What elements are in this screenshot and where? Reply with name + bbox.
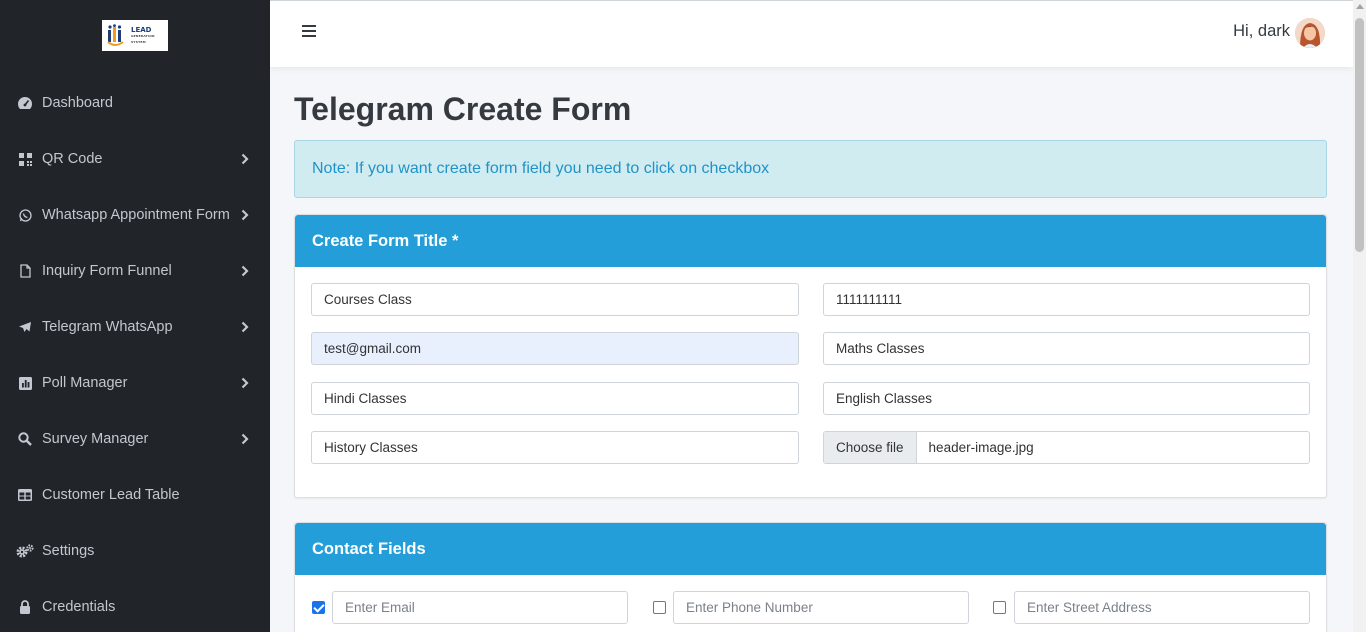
choose-file-button[interactable]: Choose file (824, 432, 917, 463)
chevron-right-icon (240, 208, 250, 222)
hindi-classes-input[interactable]: Hindi Classes (311, 382, 799, 415)
logo-text-generation: GENERATION (131, 33, 155, 38)
qrcode-icon (16, 151, 34, 167)
english-classes-input[interactable]: English Classes (823, 382, 1310, 415)
chevron-right-icon (240, 320, 250, 334)
maths-classes-input[interactable]: Maths Classes (823, 332, 1310, 365)
sidebar-item-label: Settings (42, 543, 95, 559)
user-greeting[interactable]: Hi, dark (1233, 22, 1290, 41)
sidebar-item-poll-manager[interactable]: Poll Manager (0, 355, 270, 411)
course-title-input[interactable]: Courses Class (311, 283, 799, 316)
hamburger-menu-icon[interactable] (302, 25, 316, 39)
chevron-right-icon (240, 152, 250, 166)
sidebar-item-inquiry-form-funnel[interactable]: Inquiry Form Funnel (0, 243, 270, 299)
search-icon (16, 431, 34, 447)
table-icon (16, 487, 34, 503)
sidebar-item-settings[interactable]: Settings (0, 523, 270, 579)
sidebar-item-telegram-whatsapp[interactable]: Telegram WhatsApp (0, 299, 270, 355)
history-classes-input[interactable]: History Classes (311, 431, 799, 464)
gears-icon (16, 543, 34, 559)
chevron-right-icon (240, 376, 250, 390)
sidebar-item-label: Inquiry Form Funnel (42, 263, 172, 279)
sidebar-item-label: Poll Manager (42, 375, 128, 391)
page-scrollbar[interactable] (1353, 0, 1366, 632)
sidebar-item-dashboard[interactable]: Dashboard (0, 75, 270, 131)
sidebar-item-label: Credentials (42, 599, 116, 615)
sidebar-item-whatsapp-appointment-form[interactable]: Whatsapp Appointment Form (0, 187, 270, 243)
brand-logo[interactable]: LEAD GENERATION SYSTEM (102, 20, 168, 51)
logo-icon (106, 23, 128, 48)
contact-phone-input[interactable]: Enter Phone Number (673, 591, 969, 624)
poll-icon (16, 375, 34, 391)
sidebar-item-label: Whatsapp Appointment Form (42, 207, 230, 223)
contact-address-input[interactable]: Enter Street Address (1014, 591, 1310, 624)
logo-text-lead: LEAD (131, 25, 152, 34)
contact-email-input[interactable]: Enter Email (332, 591, 628, 624)
lock-icon (16, 599, 34, 615)
sidebar-item-label: Survey Manager (42, 431, 149, 447)
phone-field-checkbox[interactable] (653, 601, 666, 614)
email-input[interactable]: test@gmail.com (311, 332, 799, 365)
sidebar-item-customer-lead-table[interactable]: Customer Lead Table (0, 467, 270, 523)
chevron-right-icon (240, 432, 250, 446)
sidebar-nav: Dashboard QR Code Whatsapp Appointment F… (0, 75, 270, 632)
contact-fields-card: Contact Fields Enter Email Enter Phone N… (294, 522, 1327, 632)
sidebar-item-credentials[interactable]: Credentials (0, 579, 270, 632)
scroll-thumb[interactable] (1355, 18, 1364, 252)
telegram-icon (16, 319, 34, 335)
sidebar-item-label: Dashboard (42, 95, 113, 111)
note-alert: Note: If you want create form field you … (294, 140, 1327, 198)
dashboard-icon (16, 95, 34, 111)
address-field-checkbox[interactable] (993, 601, 1006, 614)
header-image-file-input[interactable]: Choose file header-image.jpg (823, 431, 1310, 464)
phone-input[interactable]: 1111111111 (823, 283, 1310, 316)
chevron-right-icon (240, 264, 250, 278)
sidebar-item-survey-manager[interactable]: Survey Manager (0, 411, 270, 467)
sidebar-item-label: Telegram WhatsApp (42, 319, 173, 335)
sidebar: LEAD GENERATION SYSTEM Dashboard QR Code… (0, 0, 270, 632)
file-icon (16, 263, 34, 279)
selected-file-name: header-image.jpg (928, 440, 1034, 455)
sidebar-item-label: QR Code (42, 151, 103, 167)
card-header: Contact Fields (295, 523, 1326, 575)
create-form-title-card: Create Form Title * Courses Class 111111… (294, 214, 1327, 498)
scroll-up-arrow-icon[interactable] (1356, 4, 1364, 9)
logo-text-system: SYSTEM (131, 39, 146, 44)
top-navbar: Hi, dark (270, 0, 1353, 67)
avatar[interactable] (1295, 18, 1325, 48)
email-field-checkbox[interactable] (312, 601, 325, 614)
whatsapp-icon (16, 207, 34, 223)
sidebar-item-qr-code[interactable]: QR Code (0, 131, 270, 187)
card-header: Create Form Title * (295, 215, 1326, 267)
page-title: Telegram Create Form (294, 91, 632, 127)
sidebar-item-label: Customer Lead Table (42, 487, 180, 503)
